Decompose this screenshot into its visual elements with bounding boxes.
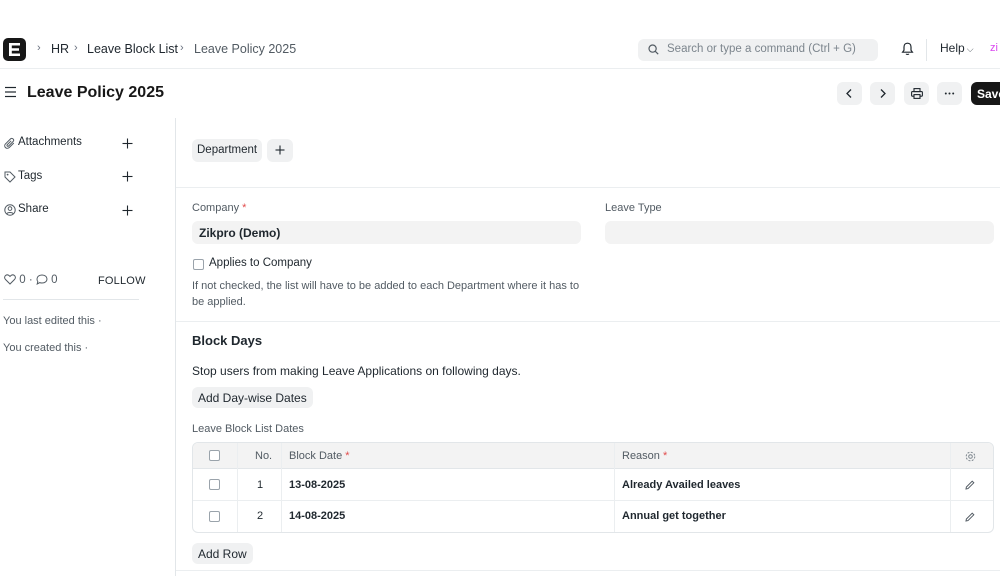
block-date-header-text: Block Date bbox=[289, 450, 343, 462]
table-header: No. Block Date * Reason * bbox=[193, 443, 993, 469]
section-divider bbox=[176, 321, 1000, 322]
add-department-button[interactable] bbox=[267, 139, 293, 162]
chevron-right-icon bbox=[880, 89, 886, 98]
sidebar-item-label: Tags bbox=[18, 170, 43, 182]
chevron-down-icon: ⌵ bbox=[966, 44, 974, 54]
save-button[interactable]: Save bbox=[971, 82, 1000, 105]
share-user-icon bbox=[4, 204, 16, 216]
applies-to-company-label: Applies to Company bbox=[209, 257, 312, 269]
ellipsis-icon bbox=[944, 92, 955, 95]
app-logo[interactable] bbox=[3, 38, 26, 61]
likes-comments: 0 · 0 bbox=[4, 274, 57, 286]
section-divider bbox=[176, 570, 1000, 571]
sidebar-divider bbox=[3, 299, 139, 300]
breadcrumb-separator-icon: › bbox=[37, 42, 41, 54]
edit-pencil-icon[interactable] bbox=[965, 480, 975, 490]
edit-pencil-icon[interactable] bbox=[965, 512, 975, 522]
breadcrumb-leave-block-list[interactable]: Leave Block List bbox=[87, 42, 178, 56]
next-doc-button[interactable] bbox=[870, 82, 895, 105]
search-bar[interactable]: Search or type a command (Ctrl + G) bbox=[638, 39, 878, 61]
navbar-divider bbox=[926, 39, 927, 61]
section-divider bbox=[176, 187, 1000, 188]
row-number: 1 bbox=[257, 479, 264, 491]
column-header-no: No. bbox=[255, 450, 273, 462]
comment-icon[interactable] bbox=[36, 274, 48, 285]
erpnext-logo-icon bbox=[9, 43, 20, 56]
row-select-checkbox[interactable] bbox=[209, 479, 220, 490]
breadcrumb-separator-icon: › bbox=[180, 42, 184, 54]
reason-cell[interactable]: Annual get together bbox=[622, 510, 726, 522]
add-share-plus-icon[interactable] bbox=[122, 205, 133, 216]
company-label-text: Company bbox=[192, 202, 240, 214]
column-divider bbox=[237, 443, 238, 532]
notification-bell-icon[interactable] bbox=[901, 42, 914, 56]
plus-icon bbox=[275, 145, 285, 155]
previous-doc-button[interactable] bbox=[837, 82, 862, 105]
print-button[interactable] bbox=[904, 82, 929, 105]
block-date-cell[interactable]: 14-08-2025 bbox=[289, 510, 345, 522]
paperclip-icon bbox=[4, 137, 15, 149]
company-label: Company * bbox=[192, 202, 246, 214]
breadcrumb-current[interactable]: Leave Policy 2025 bbox=[194, 42, 296, 56]
gear-icon[interactable] bbox=[965, 451, 976, 462]
column-header-block-date: Block Date * bbox=[289, 450, 350, 462]
created-info: You created this · bbox=[3, 342, 89, 354]
user-avatar[interactable]: zi bbox=[990, 42, 998, 54]
applies-help-text: If not checked, the list will have to be… bbox=[192, 280, 580, 308]
column-divider bbox=[614, 443, 615, 532]
last-edited-info: You last edited this · bbox=[3, 315, 102, 327]
leave-block-dates-table: No. Block Date * Reason * 1 13-08-2025 A… bbox=[192, 442, 994, 533]
tag-icon bbox=[4, 171, 16, 183]
chevron-left-icon bbox=[846, 89, 852, 98]
reason-cell[interactable]: Already Availed leaves bbox=[622, 479, 740, 491]
page-title: Leave Policy 2025 bbox=[27, 84, 164, 101]
add-row-button[interactable]: Add Row bbox=[192, 543, 253, 564]
leave-block-list-dates-label: Leave Block List Dates bbox=[192, 423, 304, 435]
company-field[interactable]: Zikpro (Demo) bbox=[192, 221, 581, 244]
column-divider bbox=[281, 443, 282, 532]
navbar: › HR › Leave Block List › Leave Policy 2… bbox=[0, 30, 1000, 69]
like-count: 0 bbox=[19, 274, 26, 286]
required-marker: * bbox=[662, 450, 668, 462]
leave-type-field[interactable] bbox=[605, 221, 994, 244]
required-marker: * bbox=[242, 202, 247, 214]
column-divider bbox=[950, 443, 951, 532]
block-days-description: Stop users from making Leave Application… bbox=[192, 364, 521, 378]
sidebar-item-label: Share bbox=[18, 203, 49, 215]
add-tag-plus-icon[interactable] bbox=[122, 171, 133, 182]
block-date-cell[interactable]: 13-08-2025 bbox=[289, 479, 345, 491]
comment-count: 0 bbox=[51, 274, 58, 286]
add-day-wise-dates-button[interactable]: Add Day-wise Dates bbox=[192, 387, 313, 408]
column-header-reason: Reason * bbox=[622, 450, 667, 462]
department-button[interactable]: Department bbox=[192, 139, 263, 162]
leave-type-label: Leave Type bbox=[605, 202, 662, 214]
sidebar-toggle-icon[interactable] bbox=[4, 86, 17, 98]
search-placeholder: Search or type a command (Ctrl + G) bbox=[667, 43, 856, 55]
row-select-checkbox[interactable] bbox=[209, 511, 220, 522]
row-number: 2 bbox=[257, 510, 264, 522]
table-row[interactable]: 1 13-08-2025 Already Availed leaves bbox=[193, 469, 993, 501]
select-all-checkbox[interactable] bbox=[209, 450, 220, 461]
table-row[interactable]: 2 14-08-2025 Annual get together bbox=[193, 501, 993, 532]
heart-icon[interactable] bbox=[4, 274, 16, 285]
search-icon bbox=[648, 44, 659, 55]
printer-icon bbox=[911, 88, 923, 99]
reason-header-text: Reason bbox=[622, 450, 660, 462]
help-label: Help bbox=[940, 41, 965, 55]
breadcrumb-hr[interactable]: HR bbox=[51, 42, 69, 56]
applies-to-company-checkbox[interactable] bbox=[193, 259, 204, 270]
help-dropdown[interactable]: Help ⌵ bbox=[940, 41, 974, 55]
more-actions-button[interactable] bbox=[937, 82, 962, 105]
follow-button[interactable]: FOLLOW bbox=[98, 275, 146, 287]
breadcrumb-separator-icon: › bbox=[74, 42, 78, 54]
add-attachment-plus-icon[interactable] bbox=[122, 138, 133, 149]
required-marker: * bbox=[345, 450, 350, 462]
block-days-title: Block Days bbox=[192, 333, 263, 348]
sidebar-item-label: Attachments bbox=[18, 136, 82, 148]
